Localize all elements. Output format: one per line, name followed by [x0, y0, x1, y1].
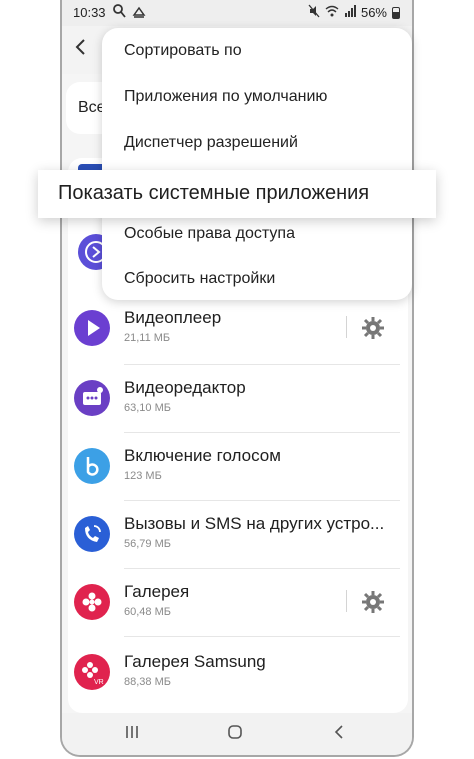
gear-icon[interactable] [361, 316, 385, 340]
show-system-apps-label: Показать системные приложения [58, 182, 370, 204]
overflow-menu: Сортировать по Приложения по умолчанию Д… [102, 28, 412, 300]
signal-icon [344, 5, 356, 20]
app-name: Видеоредактор [124, 378, 246, 397]
menu-item-reset-settings[interactable]: Сбросить настройки [124, 270, 275, 288]
list-item[interactable]: Вызовы и SMS на других устро... 56,79 МБ [68, 504, 408, 570]
home-icon[interactable] [226, 723, 244, 746]
menu-item-default-apps[interactable]: Приложения по умолчанию [124, 88, 327, 106]
call-sync-icon [74, 516, 110, 552]
app-name: Видеоплеер [124, 308, 222, 327]
svg-text:VR: VR [94, 679, 104, 686]
back-arrow-icon[interactable] [74, 38, 86, 62]
divider [346, 316, 347, 338]
list-item[interactable]: Галерея 60,48 МБ [68, 572, 408, 638]
navigation-bar [62, 713, 412, 755]
list-divider [124, 364, 400, 365]
list-item[interactable]: Включение голосом 123 МБ [68, 436, 408, 502]
video-player-icon [74, 310, 110, 346]
app-name: Галерея Samsung [124, 652, 266, 671]
wifi-icon [325, 5, 339, 20]
search-icon [112, 3, 126, 22]
app-name: Включение голосом [124, 446, 281, 465]
recents-icon[interactable] [124, 723, 140, 746]
battery-icon [392, 6, 400, 19]
video-editor-icon [74, 380, 110, 416]
app-size: 123 МБ [124, 470, 162, 482]
list-divider [124, 432, 400, 433]
status-time: 10:33 [73, 5, 106, 20]
list-item[interactable]: Видеоплеер 21,11 МБ [68, 298, 408, 364]
list-item[interactable]: Видеоредактор 63,10 МБ [68, 368, 408, 434]
status-bar: 10:33 56% [62, 0, 412, 26]
app-size: 56,79 МБ [124, 538, 171, 550]
list-divider [124, 500, 400, 501]
app-size: 60,48 МБ [124, 606, 171, 618]
menu-item-show-system-apps[interactable]: Показать системные приложения [38, 170, 436, 218]
list-item[interactable]: VR Галерея Samsung 88,38 МБ [68, 642, 408, 708]
app-size: 88,38 МБ [124, 676, 171, 688]
gallery-icon [74, 584, 110, 620]
menu-item-sort[interactable]: Сортировать по [124, 42, 242, 60]
list-divider [124, 636, 400, 637]
notification-icon [132, 3, 146, 22]
back-icon[interactable] [332, 723, 346, 746]
menu-item-special-access[interactable]: Особые права доступа [124, 225, 295, 243]
app-name: Галерея [124, 582, 190, 601]
menu-item-permission-manager[interactable]: Диспетчер разрешений [124, 134, 298, 152]
list-divider [124, 568, 400, 569]
battery-percent: 56% [360, 5, 387, 20]
gear-icon[interactable] [361, 590, 385, 614]
bixby-icon [74, 448, 110, 484]
app-size: 21,11 МБ [124, 332, 171, 344]
app-name: Вызовы и SMS на других устро... [124, 514, 385, 533]
divider [346, 590, 347, 612]
gallery-vr-icon: VR [74, 654, 110, 690]
app-size: 63,10 МБ [124, 402, 171, 414]
mute-icon [308, 4, 320, 21]
